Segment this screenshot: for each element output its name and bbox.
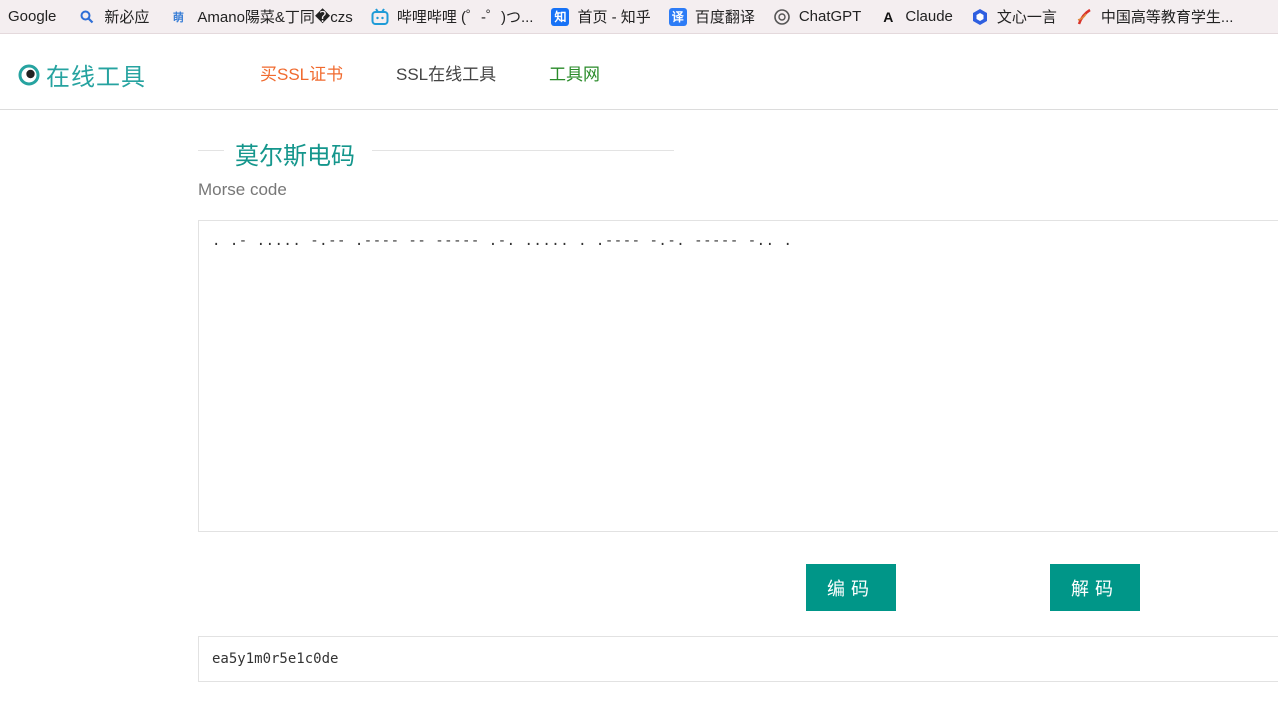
bookmark-bilibili[interactable]: 哔哩哔哩 (゜-゜)つ... (371, 0, 534, 33)
bookmark-bing[interactable]: 新必应 (78, 0, 150, 33)
title-divider-left (198, 150, 224, 151)
bilibili-icon (371, 7, 389, 26)
bookmark-label: ChatGPT (798, 8, 862, 25)
logo-text: 在线工具 (46, 64, 146, 91)
bookmark-label: 首页 - 知乎 (577, 9, 651, 26)
baidu-translate-icon: 译 (668, 7, 687, 26)
decode-button[interactable]: 解码 (1050, 564, 1140, 611)
bookmark-google[interactable]: Google (8, 0, 57, 33)
site-header: 在线工具 买SSL证书 SSL在线工具 工具网 (0, 34, 1278, 110)
bookmark-label: Claude (905, 8, 953, 25)
bookmark-label: Google (8, 8, 57, 25)
page-subtitle: Morse code (198, 180, 287, 199)
page-title: 莫尔斯电码 (235, 143, 355, 170)
bookmark-claude[interactable]: A Claude (879, 0, 953, 33)
nav-ssl-tools[interactable]: SSL在线工具 (396, 60, 496, 85)
bookmark-zhihu[interactable]: 知 首页 - 知乎 (551, 0, 651, 33)
result-field[interactable] (198, 636, 1278, 682)
bookmark-label: 新必应 (104, 9, 150, 26)
nav-tool-net[interactable]: 工具网 (549, 60, 600, 85)
bookmark-label: 哔哩哔哩 (゜-゜)つ... (396, 9, 534, 26)
bookmark-label: 中国高等教育学生... (1100, 9, 1234, 26)
bookmark-chatgpt[interactable]: ChatGPT (773, 0, 862, 33)
nav-buy-ssl[interactable]: 买SSL证书 (260, 60, 343, 85)
morse-input[interactable]: . .- ..... -.-- .---- -- ----- .-. .....… (198, 220, 1278, 532)
bing-search-icon (78, 8, 96, 26)
bookmark-moegirl[interactable]: 萌 Amano陽菜&丁同�czs (167, 0, 353, 33)
chsi-icon (1075, 8, 1093, 26)
page-title-row: 莫尔斯电码 (198, 136, 674, 170)
bookmark-label: 文心一言 (996, 9, 1057, 26)
encode-button[interactable]: 编码 (806, 564, 896, 611)
site-logo[interactable]: 在线工具 (18, 57, 146, 92)
moegirl-icon: 萌 (172, 11, 184, 24)
bookmarks-bar: Google 新必应 萌 Amano陽菜&丁同�czs 哔哩哔哩 (゜-゜)つ.… (0, 0, 1278, 34)
wenxin-icon (971, 8, 989, 26)
bookmark-label: Amano陽菜&丁同�czs (197, 9, 353, 26)
bookmark-wenxin[interactable]: 文心一言 (971, 0, 1057, 33)
logo-icon (18, 64, 40, 85)
bookmark-baidu-translate[interactable]: 译 百度翻译 (668, 0, 755, 33)
bookmark-label: 百度翻译 (694, 9, 755, 26)
claude-icon: A (883, 8, 894, 25)
bookmark-chsi[interactable]: 中国高等教育学生... (1075, 0, 1234, 33)
chatgpt-icon (773, 8, 791, 26)
title-divider-right (372, 150, 674, 151)
zhihu-icon: 知 (551, 7, 570, 26)
